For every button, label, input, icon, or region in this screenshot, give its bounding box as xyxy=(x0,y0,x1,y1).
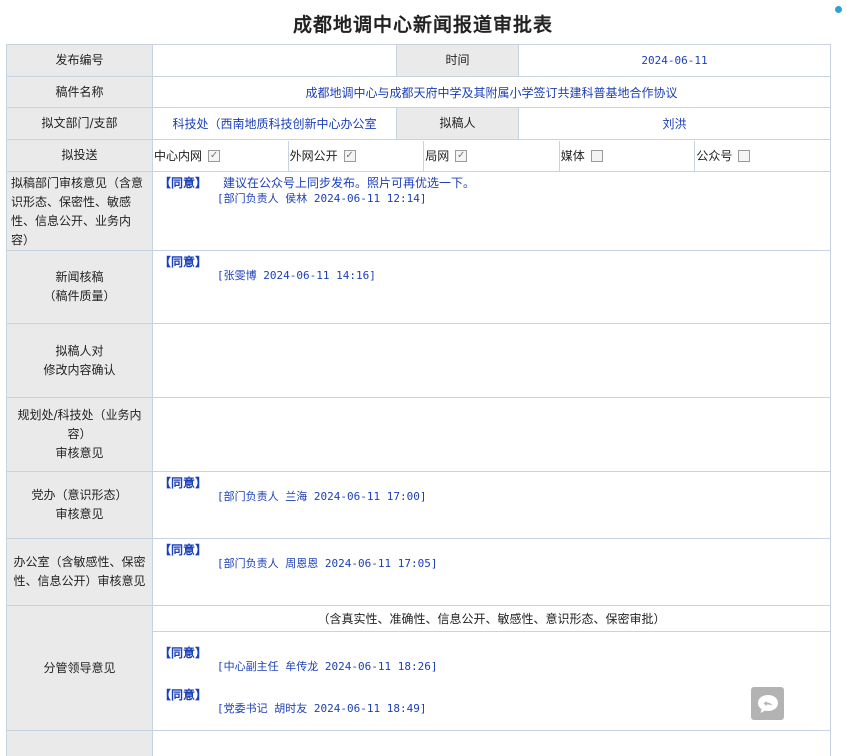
comment-bubble-icon[interactable] xyxy=(751,687,784,720)
time-label: 时间 xyxy=(396,44,519,77)
send-target-label: 公众号 xyxy=(696,149,733,163)
news-review-label-line2: （稿件质量） xyxy=(43,289,116,303)
drafter-confirm-content xyxy=(152,323,831,398)
agree-mark: 【同意】 xyxy=(159,688,208,702)
send-target-bureau-web[interactable]: 局网 ✓ xyxy=(424,140,560,171)
send-target-label: 中心内网 xyxy=(154,149,203,163)
checkbox-checked-icon[interactable]: ✓ xyxy=(208,149,221,162)
review-signature: [部门负责人 侯林 2024-06-11 12:14] xyxy=(217,192,427,205)
drafter-label: 拟稿人 xyxy=(396,107,519,140)
office-review-label: 办公室（含敏感性、保密性、信息公开）审核意见 xyxy=(6,538,153,606)
dept-value: 科技处（西南地质科技创新中心办公室 xyxy=(152,107,397,140)
drafter-value: 刘洪 xyxy=(518,107,831,140)
row-send-targets: 拟投送 中心内网 ✓ 外网公开 ✓ 局网 ✓ 媒体 公众号 xyxy=(6,139,831,172)
dept-review-label: 拟稿部门审核意见（含意识形态、保密性、敏感性、信息公开、业务内容） xyxy=(6,171,153,251)
row-dept: 拟文部门/支部 科技处（西南地质科技创新中心办公室 拟稿人 刘洪 xyxy=(6,107,831,140)
agree-mark: 【同意】 xyxy=(159,646,208,660)
row-leader-scope: 分管领导意见 （含真实性、准确性、信息公开、敏感性、意识形态、保密审批） xyxy=(6,605,831,731)
approval-form-table: 发布编号 时间 2024-06-11 稿件名称 成都地调中心与成都天府中学及其附… xyxy=(6,44,831,756)
article-name-value: 成都地调中心与成都天府中学及其附属小学签订共建科普基地合作协议 xyxy=(152,76,831,108)
news-review-content: 【同意】 [张雯博 2024-06-11 14:16] xyxy=(152,250,831,324)
row-party-review: 党办（意识形态） 审核意见 【同意】 [部门负责人 兰海 2024-06-11 … xyxy=(6,471,831,539)
party-review-content: 【同意】 [部门负责人 兰海 2024-06-11 17:00] xyxy=(152,471,831,539)
empty-label-cell xyxy=(6,730,153,756)
agree-mark: 【同意】 xyxy=(159,255,208,269)
row-news-review: 新闻核稿 （稿件质量） 【同意】 [张雯博 2024-06-11 14:16] xyxy=(6,250,831,324)
agree-mark: 【同意】 xyxy=(159,543,208,557)
planning-review-label: 规划处/科技处（业务内容） 审核意见 xyxy=(6,397,153,472)
review-signature: [部门负责人 周恩恩 2024-06-11 17:05] xyxy=(217,557,438,570)
planning-review-content xyxy=(152,397,831,472)
leader-review-label: 分管领导意见 xyxy=(6,605,153,731)
checkbox-unchecked-icon[interactable] xyxy=(590,149,603,162)
review-signature: [党委书记 胡时友 2024-06-11 18:49] xyxy=(217,702,427,715)
doc-no-label: 发布编号 xyxy=(6,44,153,77)
page-title: 成都地调中心新闻报道审批表 xyxy=(292,14,553,36)
time-value: 2024-06-11 xyxy=(518,44,831,77)
review-signature: [张雯博 2024-06-11 14:16] xyxy=(217,269,376,282)
send-target-public-web[interactable]: 外网公开 ✓ xyxy=(289,140,425,171)
row-dept-review: 拟稿部门审核意见（含意识形态、保密性、敏感性、信息公开、业务内容） 【同意】 建… xyxy=(6,171,831,251)
row-doc-no: 发布编号 时间 2024-06-11 xyxy=(6,44,831,77)
leader-review-scope: （含真实性、准确性、信息公开、敏感性、意识形态、保密审批） xyxy=(152,605,831,632)
send-target-label: 局网 xyxy=(425,149,450,163)
drafter-confirm-label-line1: 拟稿人对 xyxy=(55,343,104,358)
review-note: 建议在公众号上同步发布。照片可再优选一下。 xyxy=(223,176,476,190)
send-target-media[interactable]: 媒体 xyxy=(560,140,696,171)
drafter-confirm-label-line2: 修改内容确认 xyxy=(43,362,116,377)
review-signature: [中心副主任 牟传龙 2024-06-11 18:26] xyxy=(217,660,438,673)
empty-value-cell xyxy=(152,730,831,756)
checkbox-checked-icon[interactable]: ✓ xyxy=(343,149,356,162)
office-review-content: 【同意】 [部门负责人 周恩恩 2024-06-11 17:05] xyxy=(152,538,831,606)
row-office-review: 办公室（含敏感性、保密性、信息公开）审核意见 【同意】 [部门负责人 周恩恩 2… xyxy=(6,538,831,606)
drafter-confirm-label: 拟稿人对 修改内容确认 xyxy=(6,323,153,398)
send-targets: 中心内网 ✓ 外网公开 ✓ 局网 ✓ 媒体 公众号 xyxy=(152,139,831,172)
news-review-label: 新闻核稿 （稿件质量） xyxy=(6,250,153,324)
article-name-label: 稿件名称 xyxy=(6,76,153,108)
party-review-label: 党办（意识形态） 审核意见 xyxy=(6,471,153,539)
row-drafter-confirm: 拟稿人对 修改内容确认 xyxy=(6,323,831,398)
leader-review-content: 【同意】 [中心副主任 牟传龙 2024-06-11 18:26] 【同意】 [… xyxy=(152,631,831,731)
party-review-label-line1: 党办（意识形态） xyxy=(31,488,128,502)
checkbox-checked-icon[interactable]: ✓ xyxy=(455,149,468,162)
doc-no-value xyxy=(152,44,397,77)
news-review-label-line1: 新闻核稿 xyxy=(55,270,104,284)
checkbox-unchecked-icon[interactable] xyxy=(738,149,751,162)
agree-mark: 【同意】 xyxy=(159,476,208,490)
send-target-label: 媒体 xyxy=(560,149,585,163)
send-target-label: 外网公开 xyxy=(289,149,338,163)
planning-review-label-line2: 审核意见 xyxy=(55,446,104,460)
row-article-name: 稿件名称 成都地调中心与成都天府中学及其附属小学签订共建科普基地合作协议 xyxy=(6,76,831,108)
send-label: 拟投送 xyxy=(6,139,153,172)
row-empty xyxy=(6,730,831,756)
agree-mark: 【同意】 xyxy=(159,176,208,190)
dept-label: 拟文部门/支部 xyxy=(6,107,153,140)
planning-review-label-line1: 规划处/科技处（业务内容） xyxy=(17,408,142,441)
party-review-label-line2: 审核意见 xyxy=(55,507,104,521)
send-target-intranet[interactable]: 中心内网 ✓ xyxy=(153,140,289,171)
row-planning-review: 规划处/科技处（业务内容） 审核意见 xyxy=(6,397,831,472)
corner-indicator-icon xyxy=(835,6,842,13)
send-target-wechat[interactable]: 公众号 xyxy=(695,141,830,171)
dept-review-content: 【同意】 建议在公众号上同步发布。照片可再优选一下。 [部门负责人 侯林 202… xyxy=(152,171,831,251)
review-signature: [部门负责人 兰海 2024-06-11 17:00] xyxy=(217,490,427,503)
